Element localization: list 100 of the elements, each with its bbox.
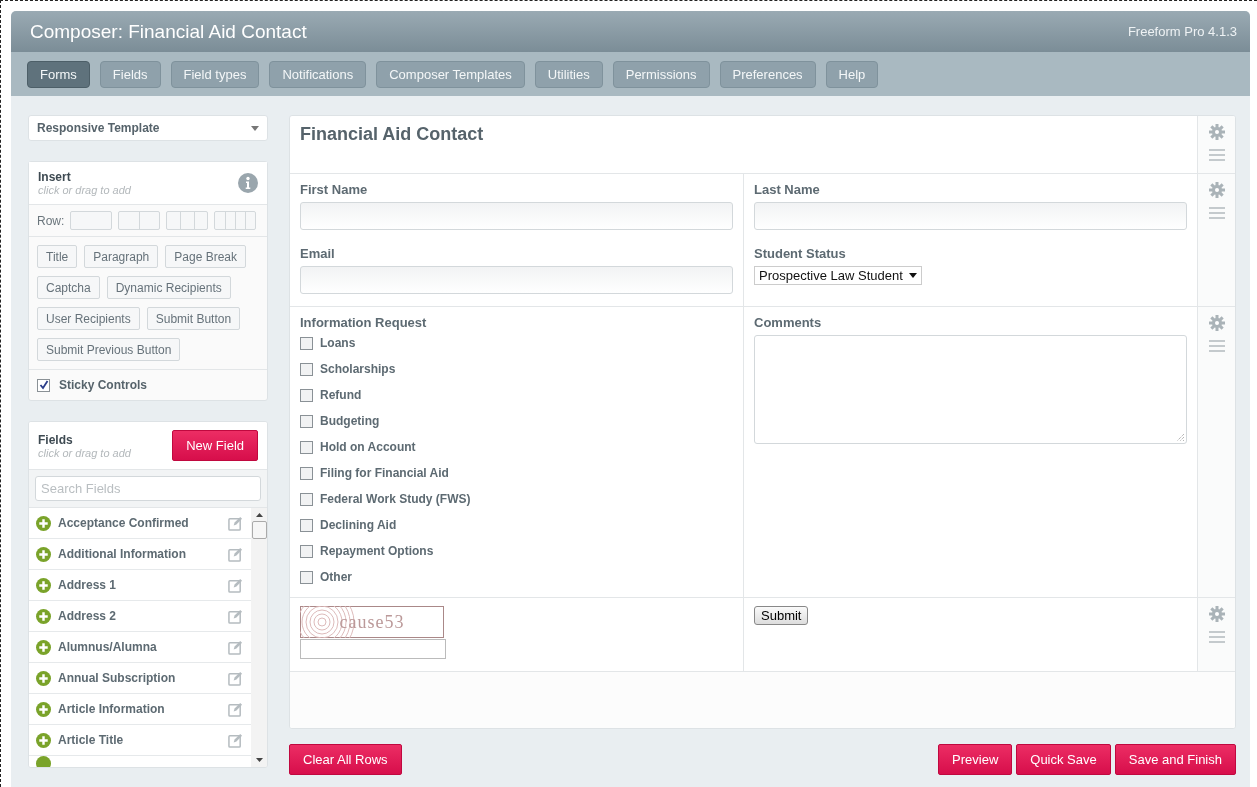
edit-icon[interactable] — [228, 515, 243, 531]
field-list-item[interactable]: Address 1 — [58, 578, 221, 592]
edit-icon[interactable] — [228, 732, 243, 748]
caret-icon — [251, 125, 259, 131]
settings-icon[interactable] — [1208, 182, 1225, 198]
edit-icon[interactable] — [228, 608, 243, 624]
drag-handle-icon[interactable] — [1208, 339, 1225, 353]
panel-title: Fields — [38, 432, 74, 447]
checkbox[interactable] — [300, 388, 313, 402]
insert-button[interactable]: Paragraph — [84, 245, 159, 268]
template-dropdown[interactable]: Responsive Template — [28, 115, 268, 141]
checkbox[interactable] — [300, 466, 313, 480]
row-layout-button[interactable] — [214, 211, 257, 230]
edit-icon[interactable] — [228, 577, 243, 593]
edit-icon[interactable] — [228, 639, 243, 655]
submit-button[interactable]: Submit — [754, 606, 809, 625]
drag-handle-icon[interactable] — [1208, 630, 1225, 644]
nav-tab[interactable]: Help — [825, 60, 879, 88]
row-layout-button[interactable] — [70, 211, 113, 230]
panel-hint: click or drag to add — [38, 184, 131, 196]
field-list-item[interactable]: Article Title — [58, 733, 221, 747]
plus-icon[interactable] — [36, 608, 51, 624]
scroll-thumb[interactable] — [251, 521, 267, 539]
info-icon[interactable] — [238, 173, 258, 193]
panel-hint: click or drag to add — [38, 446, 131, 459]
edit-icon[interactable] — [228, 701, 243, 717]
settings-icon[interactable] — [1208, 315, 1225, 331]
field-list-item[interactable]: Address 2 — [58, 609, 221, 623]
settings-icon[interactable] — [1208, 124, 1225, 140]
insert-button[interactable]: Submit Previous Button — [37, 338, 181, 361]
insert-button[interactable]: User Recipients — [37, 307, 140, 330]
comments-textarea[interactable] — [754, 335, 1187, 444]
panel-title: Insert — [38, 170, 72, 184]
checkbox[interactable] — [37, 378, 50, 392]
search-field[interactable]: Search Fields — [35, 476, 261, 501]
field-list-item[interactable]: Annual Subscription — [58, 671, 221, 685]
insert-button[interactable]: Captcha — [37, 276, 100, 299]
insert-button[interactable]: Submit Button — [146, 307, 241, 330]
field-list-item[interactable]: Additional Information — [58, 547, 221, 561]
checkbox[interactable] — [300, 570, 313, 584]
status-dropdown[interactable]: Prospective Law Student — [754, 266, 922, 285]
checkbox[interactable] — [300, 492, 313, 506]
version-label: Freeform Pro 4.1.3 — [1127, 24, 1237, 39]
plus-icon[interactable] — [36, 639, 51, 655]
edit-icon[interactable] — [228, 670, 243, 686]
resize-grip-icon[interactable] — [1176, 433, 1184, 441]
nav-tab[interactable]: Permissions — [612, 60, 710, 88]
insert-button[interactable]: Title — [37, 245, 78, 268]
nav-tab[interactable]: Utilities — [534, 60, 603, 88]
row-layout-button[interactable] — [166, 211, 209, 230]
scroll-down-icon[interactable] — [255, 758, 263, 762]
checkbox[interactable] — [300, 336, 313, 350]
checkbox-label: Other — [320, 570, 352, 584]
plus-icon[interactable] — [36, 756, 51, 767]
plus-icon[interactable] — [36, 546, 51, 562]
action-button[interactable]: Preview — [938, 744, 1013, 775]
captcha-image: cause53 — [300, 606, 444, 638]
field-list-item[interactable]: Acceptance Confirmed — [58, 516, 221, 530]
checkbox[interactable] — [300, 414, 313, 428]
checkbox-label: Refund — [320, 388, 362, 402]
nav-tab[interactable]: Fields — [99, 60, 161, 88]
plus-icon[interactable] — [36, 732, 51, 748]
checkbox[interactable] — [300, 362, 313, 376]
new-field-button[interactable]: New Field — [172, 430, 258, 461]
field-list-item[interactable]: Article Information — [58, 702, 221, 716]
field-label: Email — [300, 246, 336, 261]
clear-rows-button[interactable]: Clear All Rows — [289, 744, 402, 775]
checkbox-label: Hold on Account — [320, 440, 416, 454]
field-label: Student Status — [754, 246, 847, 261]
nav-tab[interactable]: Composer Templates — [376, 60, 525, 88]
insert-button[interactable]: Dynamic Recipients — [106, 276, 231, 299]
row-layout-button[interactable] — [118, 211, 161, 230]
input-field[interactable] — [300, 266, 733, 294]
field-label: Comments — [754, 315, 823, 330]
nav-tab[interactable]: Forms — [27, 60, 90, 88]
field-list-item[interactable]: Alumnus/Alumna — [58, 640, 221, 654]
action-button[interactable]: Quick Save — [1016, 744, 1111, 775]
checkbox[interactable] — [300, 518, 313, 532]
field-label: Information Request — [300, 315, 428, 330]
input-field[interactable] — [300, 202, 733, 230]
input-field[interactable] — [754, 202, 1187, 230]
checkbox[interactable] — [300, 544, 313, 558]
nav-tab[interactable]: Notifications — [269, 60, 367, 88]
action-button[interactable]: Save and Finish — [1114, 744, 1236, 775]
plus-icon[interactable] — [36, 577, 51, 593]
form-title: Financial Aid Contact — [299, 123, 485, 146]
checkbox[interactable] — [300, 440, 313, 454]
settings-icon[interactable] — [1208, 606, 1225, 622]
edit-icon[interactable] — [228, 546, 243, 562]
nav-tab[interactable]: Preferences — [719, 60, 816, 88]
scrollbar[interactable] — [251, 508, 267, 767]
nav-tab[interactable]: Field types — [170, 60, 260, 88]
scroll-up-icon[interactable] — [255, 513, 263, 517]
drag-handle-icon[interactable] — [1208, 206, 1225, 220]
captcha-input[interactable] — [300, 639, 446, 659]
insert-button[interactable]: Page Break — [165, 245, 246, 268]
plus-icon[interactable] — [36, 670, 51, 686]
plus-icon[interactable] — [36, 515, 51, 531]
plus-icon[interactable] — [36, 701, 51, 717]
drag-handle-icon[interactable] — [1208, 148, 1225, 162]
